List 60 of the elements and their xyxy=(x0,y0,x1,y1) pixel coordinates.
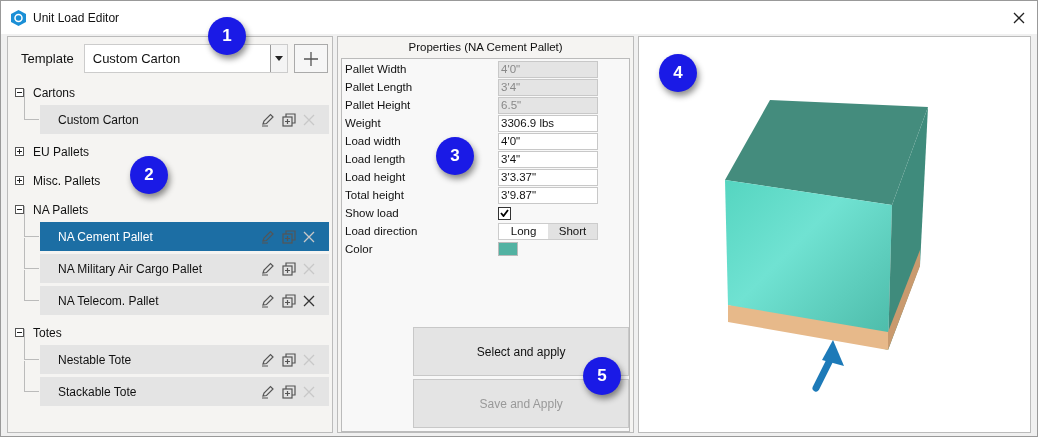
tree-group-label[interactable]: Misc. Pallets xyxy=(33,171,101,190)
template-label: Template xyxy=(21,49,74,68)
template-dropdown[interactable]: Custom Carton xyxy=(83,44,289,73)
3d-viewport[interactable] xyxy=(638,36,1031,433)
collapse-icon[interactable] xyxy=(15,88,24,97)
properties-title: Properties (NA Cement Pallet) xyxy=(407,40,564,55)
tree-group-label[interactable]: NA Pallets xyxy=(33,200,89,219)
tree-connector-line xyxy=(24,270,39,301)
window-title: Unit Load Editor xyxy=(33,9,120,27)
plus-icon[interactable] xyxy=(304,51,319,66)
property-field[interactable]: 3'4" xyxy=(498,150,599,168)
duplicate-icon[interactable] xyxy=(282,261,297,276)
color-swatch[interactable] xyxy=(498,242,519,257)
duplicate-icon[interactable] xyxy=(282,112,297,127)
pencil-icon[interactable] xyxy=(261,112,276,127)
property-label: Load height xyxy=(345,171,406,184)
property-label: Pallet Width xyxy=(345,63,407,76)
property-label: Color xyxy=(345,243,373,256)
tree-group-label[interactable]: Totes xyxy=(33,323,62,342)
tree-group-label[interactable]: EU Pallets xyxy=(33,142,90,161)
tree-connector-line xyxy=(24,238,39,269)
pencil-icon[interactable] xyxy=(261,293,276,308)
property-label: Show load xyxy=(345,207,399,220)
checkbox[interactable] xyxy=(498,206,512,220)
property-label: Pallet Length xyxy=(345,81,413,94)
tree-connector-line xyxy=(24,361,39,392)
expand-icon[interactable] xyxy=(15,147,24,156)
property-field[interactable]: 3'3.37" xyxy=(498,168,599,186)
direction-toggle[interactable]: Short xyxy=(548,223,598,239)
duplicate-icon[interactable] xyxy=(282,352,297,367)
pencil-icon[interactable] xyxy=(261,384,276,399)
checkmark-icon xyxy=(500,209,510,218)
duplicate-icon[interactable] xyxy=(282,384,297,399)
tree-item[interactable]: Nestable Tote xyxy=(40,345,330,374)
close-icon[interactable] xyxy=(1013,11,1025,24)
pencil-icon[interactable] xyxy=(261,261,276,276)
collapse-icon[interactable] xyxy=(15,205,24,214)
tree-item[interactable]: Stackable Tote xyxy=(40,377,330,406)
collapse-icon[interactable] xyxy=(15,328,24,337)
property-label: Load length xyxy=(345,153,406,166)
tree-group-label[interactable]: Cartons xyxy=(33,83,76,102)
property-field[interactable]: 4'0" xyxy=(498,132,599,150)
property-label: Total height xyxy=(345,189,404,202)
app-logo-icon xyxy=(11,9,26,26)
property-label: Weight xyxy=(345,117,381,130)
close-icon[interactable] xyxy=(303,294,316,307)
expand-icon[interactable] xyxy=(15,176,24,185)
pencil-icon[interactable] xyxy=(261,352,276,367)
property-field[interactable]: 3'9.87" xyxy=(498,186,599,204)
property-label: Pallet Height xyxy=(345,99,411,112)
dropdown-caret-icon[interactable] xyxy=(275,56,284,61)
property-label: Load width xyxy=(345,135,401,148)
tree-item[interactable]: Custom Carton xyxy=(40,105,330,134)
property-field[interactable]: 3306.9 lbs xyxy=(498,114,599,132)
property-label: Load direction xyxy=(345,225,418,238)
add-button[interactable] xyxy=(294,44,329,73)
tree-item[interactable]: NA Military Air Cargo Pallet xyxy=(40,254,330,283)
duplicate-icon[interactable] xyxy=(282,293,297,308)
tree-item[interactable]: NA Telecom. Pallet xyxy=(40,286,330,315)
direction-toggle[interactable]: Long xyxy=(499,223,549,239)
